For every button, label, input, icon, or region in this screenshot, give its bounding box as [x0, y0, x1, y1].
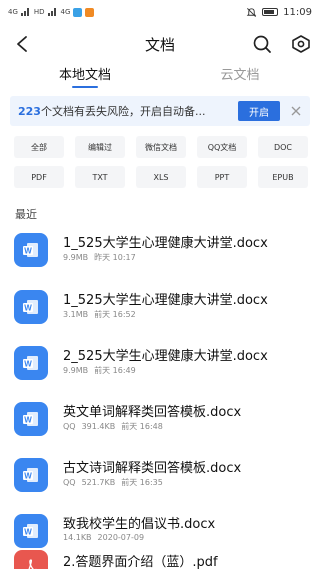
- signal-label-2: HD: [33, 7, 45, 16]
- word-file-icon: W: [14, 233, 48, 267]
- filter-chip-epub[interactable]: EPUB: [258, 166, 308, 188]
- list-item[interactable]: W 英文单词解释类回答模板.docx QQ 391.4KB 前天 16:48: [0, 393, 320, 449]
- list-item[interactable]: W 1_525大学生心理健康大讲堂.docx 3.1MB 前天 16:52: [0, 281, 320, 337]
- backup-banner[interactable]: 223 个文档有丢失风险，开启自动备... 开启: [10, 96, 310, 126]
- file-meta: 9.9MB 前天 16:49: [63, 365, 142, 376]
- tab-local-documents[interactable]: 本地文档: [40, 64, 130, 90]
- back-button[interactable]: [10, 31, 34, 57]
- filter-chip-all[interactable]: 全部: [14, 136, 64, 158]
- enable-backup-button[interactable]: 开启: [238, 101, 280, 121]
- status-left: 4G HD 4G: [8, 7, 95, 17]
- file-size: 3.1MB: [63, 310, 89, 319]
- file-name: 2.答题界面介绍（蓝）.pdf: [63, 555, 218, 569]
- file-meta: 9.9MB 昨天 10:17: [63, 252, 142, 263]
- file-source: QQ: [63, 478, 76, 487]
- chevron-left-icon: [17, 36, 27, 52]
- filter-chip-qq[interactable]: QQ文档: [197, 136, 247, 158]
- document-tabs: 本地文档 云文档: [0, 64, 320, 90]
- clock: 11:09: [283, 6, 312, 18]
- close-icon: [291, 106, 301, 116]
- tab-local-label: 本地文档: [58, 68, 111, 83]
- svg-text:W: W: [24, 528, 32, 537]
- filter-chip-ppt[interactable]: PPT: [197, 166, 247, 188]
- header: 文档: [0, 28, 320, 60]
- status-bar: 4G HD 4G 11:09: [0, 0, 320, 24]
- signal-bars-icon: [20, 8, 31, 16]
- recent-section-label: 最近: [15, 208, 37, 221]
- file-name: 致我校学生的倡议书.docx: [63, 517, 216, 532]
- word-file-icon: W: [14, 514, 48, 548]
- file-size: 9.9MB: [63, 366, 89, 375]
- filter-chip-pdf[interactable]: PDF: [14, 166, 64, 188]
- file-size: 14.1KB: [63, 533, 92, 542]
- file-size: 521.7KB: [81, 478, 116, 487]
- svg-text:W: W: [24, 472, 32, 481]
- filter-chip-txt[interactable]: TXT: [75, 166, 125, 188]
- app-notification-2-icon: [85, 7, 95, 17]
- file-time: 前天 16:35: [121, 478, 163, 487]
- svg-text:W: W: [24, 360, 32, 369]
- search-button[interactable]: [250, 31, 274, 57]
- file-meta: 14.1KB 2020-07-09: [63, 533, 150, 542]
- status-right: 11:09: [246, 7, 312, 18]
- mute-icon: [246, 7, 257, 17]
- filter-chip-wechat[interactable]: 微信文档: [136, 136, 186, 158]
- list-item[interactable]: W 2_525大学生心理健康大讲堂.docx 9.9MB 前天 16:49: [0, 337, 320, 393]
- filter-chip-edited[interactable]: 编辑过: [75, 136, 125, 158]
- word-file-icon: W: [14, 346, 48, 380]
- file-time: 昨天 10:17: [94, 253, 136, 262]
- app-notification-icon: [73, 7, 83, 17]
- file-date: 2020-07-09: [97, 533, 145, 542]
- pdf-file-icon: [14, 550, 48, 569]
- file-meta: 3.1MB 前天 16:52: [63, 309, 142, 320]
- search-icon: [253, 35, 271, 53]
- file-name: 古文诗词解释类回答模板.docx: [63, 461, 242, 476]
- active-tab-indicator: [72, 86, 98, 88]
- word-file-icon: W: [14, 402, 48, 436]
- file-source: QQ: [63, 422, 76, 431]
- word-file-icon: W: [14, 458, 48, 492]
- file-name: 2_525大学生心理健康大讲堂.docx: [63, 349, 268, 364]
- view-mode-button[interactable]: [288, 31, 314, 57]
- filter-chip-doc[interactable]: DOC: [258, 136, 308, 158]
- file-time: 前天 16:48: [121, 422, 163, 431]
- svg-text:W: W: [24, 416, 32, 425]
- file-name: 英文单词解释类回答模板.docx: [63, 405, 242, 420]
- file-name: 1_525大学生心理健康大讲堂.docx: [63, 293, 268, 308]
- list-item[interactable]: W 1_525大学生心理健康大讲堂.docx 9.9MB 昨天 10:17: [0, 224, 320, 280]
- file-size: 391.4KB: [81, 422, 116, 431]
- file-name: 1_525大学生心理健康大讲堂.docx: [63, 236, 268, 251]
- at-risk-count: 223: [18, 104, 41, 118]
- banner-text: 个文档有丢失风险，开启自动备...: [40, 105, 206, 118]
- file-time: 前天 16:49: [94, 366, 136, 375]
- list-item[interactable]: W 古文诗词解释类回答模板.docx QQ 521.7KB 前天 16:35: [0, 449, 320, 505]
- tab-cloud-documents[interactable]: 云文档: [195, 64, 285, 90]
- file-size: 9.9MB: [63, 253, 89, 262]
- battery-icon: [262, 8, 279, 16]
- network-speed: 4G: [60, 7, 71, 16]
- svg-text:W: W: [24, 304, 32, 313]
- signal-label-1: 4G: [8, 7, 18, 16]
- file-time: 前天 16:52: [94, 310, 136, 319]
- list-item[interactable]: 2.答题界面介绍（蓝）.pdf: [0, 546, 320, 569]
- file-meta: QQ 521.7KB 前天 16:35: [63, 477, 169, 488]
- file-meta: QQ 391.4KB 前天 16:48: [63, 421, 169, 432]
- dismiss-banner-button[interactable]: [286, 101, 306, 121]
- tab-cloud-label: 云文档: [220, 68, 260, 83]
- signal-bars-2-icon: [47, 8, 58, 16]
- filter-chip-xls[interactable]: XLS: [136, 166, 186, 188]
- word-file-icon: W: [14, 290, 48, 324]
- svg-text:W: W: [24, 247, 32, 256]
- eye-icon: [292, 35, 310, 53]
